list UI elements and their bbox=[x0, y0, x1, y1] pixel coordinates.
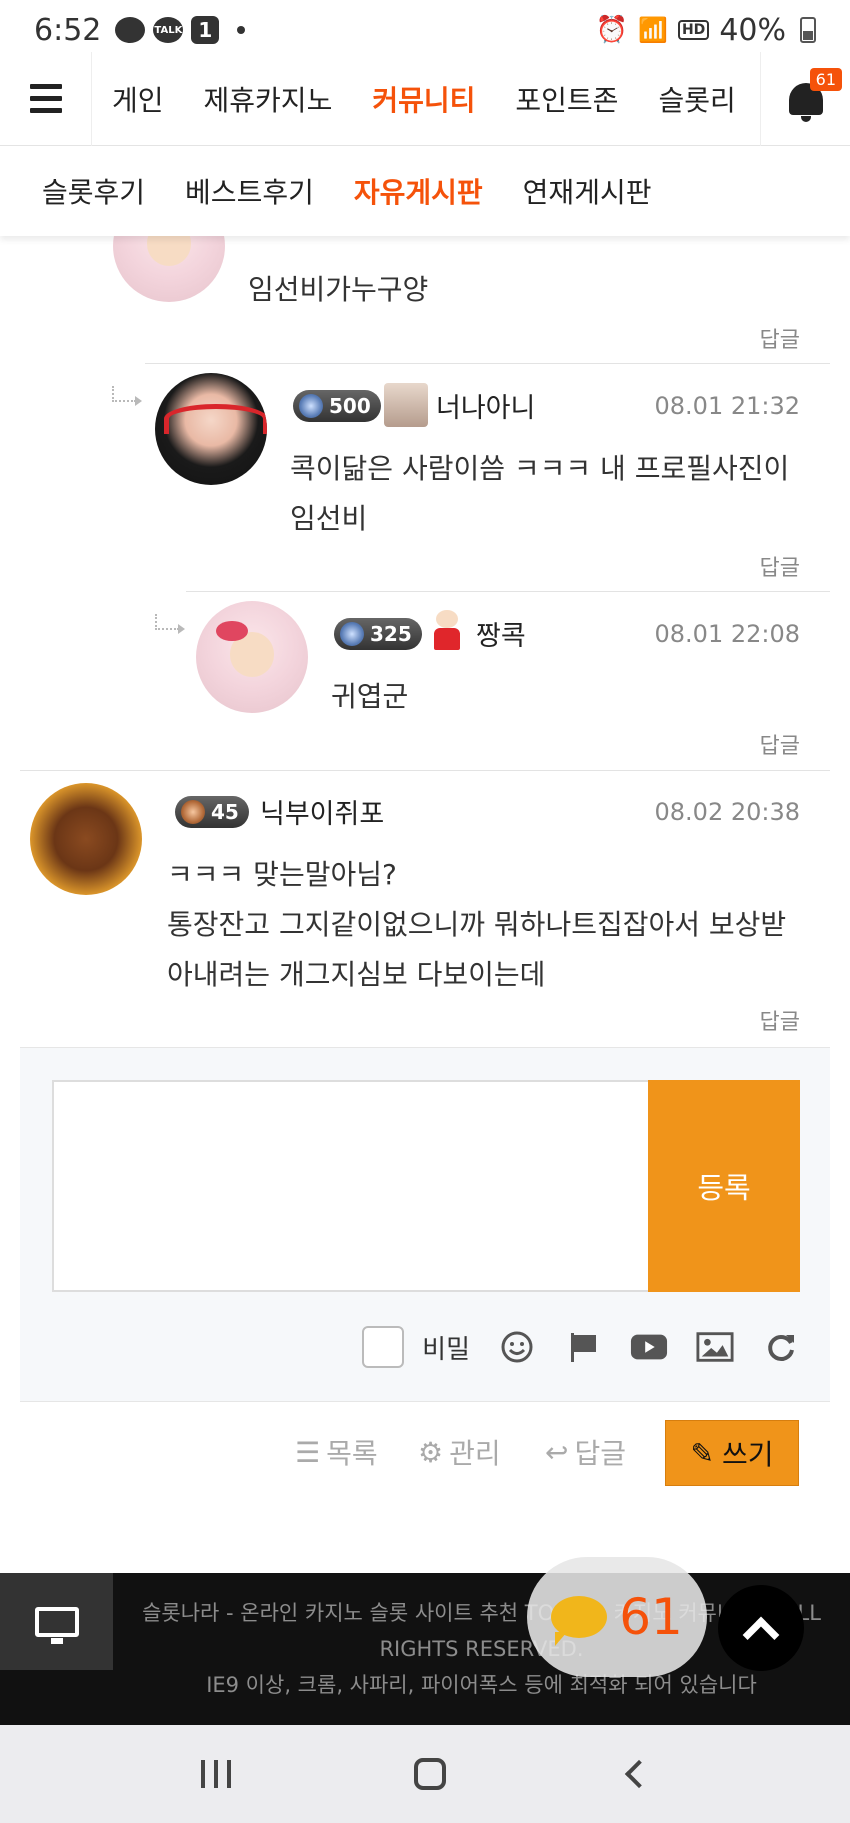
home-button[interactable] bbox=[413, 1758, 446, 1790]
main-nav: 게인 제휴카지노 커뮤니티 포인트존 슬롯리 61 bbox=[0, 51, 850, 146]
system-nav-bar bbox=[0, 1725, 850, 1823]
user-mini-photo bbox=[384, 383, 428, 427]
submit-comment-button[interactable]: 등록 bbox=[648, 1080, 800, 1292]
level-badge: 325 bbox=[334, 618, 422, 650]
main-nav-item[interactable]: 게인 bbox=[92, 79, 184, 119]
user-mini-character bbox=[430, 610, 464, 652]
sub-nav: 슬롯후기 베스트후기 자유게시판 연재게시판 bbox=[0, 146, 850, 236]
comment-content: 임선비가누구양 bbox=[248, 273, 429, 306]
comment-author[interactable]: 너나아니 bbox=[436, 386, 535, 425]
comment-content: 귀엽군 bbox=[331, 680, 409, 713]
reply-link[interactable]: 답글 bbox=[760, 1004, 800, 1036]
sub-nav-item[interactable]: 연재게시판 bbox=[503, 171, 672, 211]
image-icon[interactable] bbox=[696, 1330, 734, 1364]
hd-voice-icon: HD bbox=[677, 20, 710, 40]
chat-button[interactable]: 61 bbox=[527, 1557, 707, 1677]
status-notification-icons: TALK 1 bbox=[115, 16, 246, 44]
sub-nav-item[interactable]: 슬롯후기 bbox=[22, 171, 165, 211]
main-nav-item[interactable]: 커뮤니티 bbox=[352, 79, 495, 119]
comment-write-box: 등록 비밀 bbox=[20, 1047, 830, 1402]
secret-checkbox[interactable] bbox=[362, 1326, 405, 1368]
status-time: 6:52 bbox=[34, 12, 102, 48]
comment-content: ㅋㅋㅋ 맞는말아님? 통장잔고 그지같이없으니까 뭐하나트집잡아서 보상받 아내… bbox=[167, 850, 786, 1000]
comment-divider bbox=[20, 770, 830, 771]
comment-avatar[interactable] bbox=[30, 783, 142, 895]
gear-icon: ⚙ bbox=[418, 1435, 444, 1469]
footer: 슬롯나라 - 온라인 카지노 슬롯 사이트 추천 TOP 15, 카지노 커뮤니… bbox=[0, 1557, 850, 1725]
scroll-top-button[interactable] bbox=[718, 1585, 804, 1671]
message-icon bbox=[115, 17, 146, 43]
refresh-icon[interactable] bbox=[762, 1330, 800, 1364]
reply-button[interactable]: ↩ 답글 bbox=[545, 1432, 626, 1472]
alarm-icon: ⏰ bbox=[595, 15, 629, 45]
manage-label: 관리 bbox=[449, 1437, 501, 1470]
flag-icon[interactable] bbox=[564, 1330, 602, 1364]
back-button[interactable] bbox=[624, 1759, 653, 1789]
comment-divider bbox=[186, 591, 830, 592]
pencil-icon: ✎ bbox=[690, 1436, 714, 1470]
notification-badge: 61 bbox=[809, 67, 842, 91]
comment-line: 임선비 bbox=[290, 502, 368, 535]
comment-author[interactable]: 짱콕 bbox=[476, 614, 526, 653]
chat-icon bbox=[551, 1596, 608, 1646]
write-label: 쓰기 bbox=[721, 1438, 774, 1471]
comment-content: 콕이닮은 사람이씀 ㅋㅋㅋ 내 프로필사진이 임선비 bbox=[290, 444, 789, 544]
pc-version-button[interactable] bbox=[0, 1573, 113, 1670]
level-badge: 500 bbox=[293, 390, 381, 422]
comment-date: 08.01 21:32 bbox=[654, 392, 801, 420]
smile-icon[interactable] bbox=[498, 1330, 536, 1364]
comment-textarea[interactable] bbox=[52, 1080, 648, 1292]
battery-icon bbox=[800, 17, 816, 43]
reply-link[interactable]: 답글 bbox=[760, 322, 800, 354]
sub-nav-item[interactable]: 자유게시판 bbox=[334, 171, 503, 211]
secret-label: 비밀 bbox=[422, 1334, 470, 1365]
chevron-up-icon bbox=[742, 1616, 780, 1654]
status-system-icons: ⏰ 📶 HD 40% bbox=[596, 13, 816, 48]
youtube-icon[interactable] bbox=[630, 1330, 668, 1364]
recent-apps-button[interactable] bbox=[201, 1760, 232, 1788]
reply-label: 답글 bbox=[574, 1437, 626, 1470]
footer-browser-note: IE9 이상, 크롬, 사파리, 파이어폭스 등에 최적화 되어 있습니다 bbox=[206, 1673, 757, 1697]
reply-link[interactable]: 답글 bbox=[760, 728, 800, 760]
list-icon: ☰ bbox=[295, 1435, 321, 1469]
comment-divider bbox=[145, 363, 830, 364]
notification-bell-button[interactable]: 61 bbox=[760, 51, 850, 146]
monitor-icon bbox=[34, 1606, 79, 1644]
post-actions: ☰ 목록 ⚙ 관리 ↩ 답글 ✎ 쓰기 bbox=[0, 1420, 850, 1486]
level-badge: 45 bbox=[175, 796, 249, 828]
wifi-icon: 📶 bbox=[638, 16, 668, 44]
main-nav-item[interactable]: 제휴카지노 bbox=[184, 79, 353, 119]
comment-tools: 비밀 bbox=[362, 1326, 800, 1368]
sub-nav-item[interactable]: 베스트후기 bbox=[165, 171, 334, 211]
battery-text: 40% bbox=[719, 12, 786, 48]
main-nav-item[interactable]: 슬롯리 bbox=[638, 79, 755, 119]
more-notifications-dot bbox=[237, 26, 246, 34]
list-button[interactable]: ☰ 목록 bbox=[295, 1432, 378, 1472]
reply-arrow-icon bbox=[112, 386, 142, 406]
reply-link[interactable]: 답글 bbox=[760, 550, 800, 582]
write-button[interactable]: ✎ 쓰기 bbox=[665, 1420, 799, 1486]
notification-count-icon: 1 bbox=[191, 16, 220, 44]
menu-icon[interactable] bbox=[0, 51, 92, 146]
comment-line: 아내려는 개그지심보 다보이는데 bbox=[167, 958, 546, 991]
comment-date: 08.01 22:08 bbox=[654, 620, 801, 648]
kakaotalk-icon: TALK bbox=[153, 17, 184, 43]
list-label: 목록 bbox=[326, 1437, 378, 1470]
reply-arrow-icon bbox=[155, 614, 185, 634]
comment-line: ㅋㅋㅋ 맞는말아님? bbox=[167, 858, 397, 891]
chat-count: 61 bbox=[619, 1588, 683, 1646]
comment-line: 콕이닮은 사람이씀 ㅋㅋㅋ 내 프로필사진이 bbox=[290, 452, 790, 485]
comment-date: 08.02 20:38 bbox=[654, 798, 801, 826]
reply-icon: ↩ bbox=[545, 1435, 569, 1469]
manage-button[interactable]: ⚙ 관리 bbox=[418, 1432, 501, 1472]
comment-avatar[interactable] bbox=[196, 601, 308, 713]
main-nav-items: 게인 제휴카지노 커뮤니티 포인트존 슬롯리 bbox=[92, 52, 760, 146]
comment-line: 통장잔고 그지같이없으니까 뭐하나트집잡아서 보상받 bbox=[167, 908, 787, 941]
main-nav-item[interactable]: 포인트존 bbox=[495, 79, 638, 119]
comment-author[interactable]: 닉부이쥐포 bbox=[260, 792, 384, 831]
comment-avatar[interactable] bbox=[155, 373, 267, 485]
